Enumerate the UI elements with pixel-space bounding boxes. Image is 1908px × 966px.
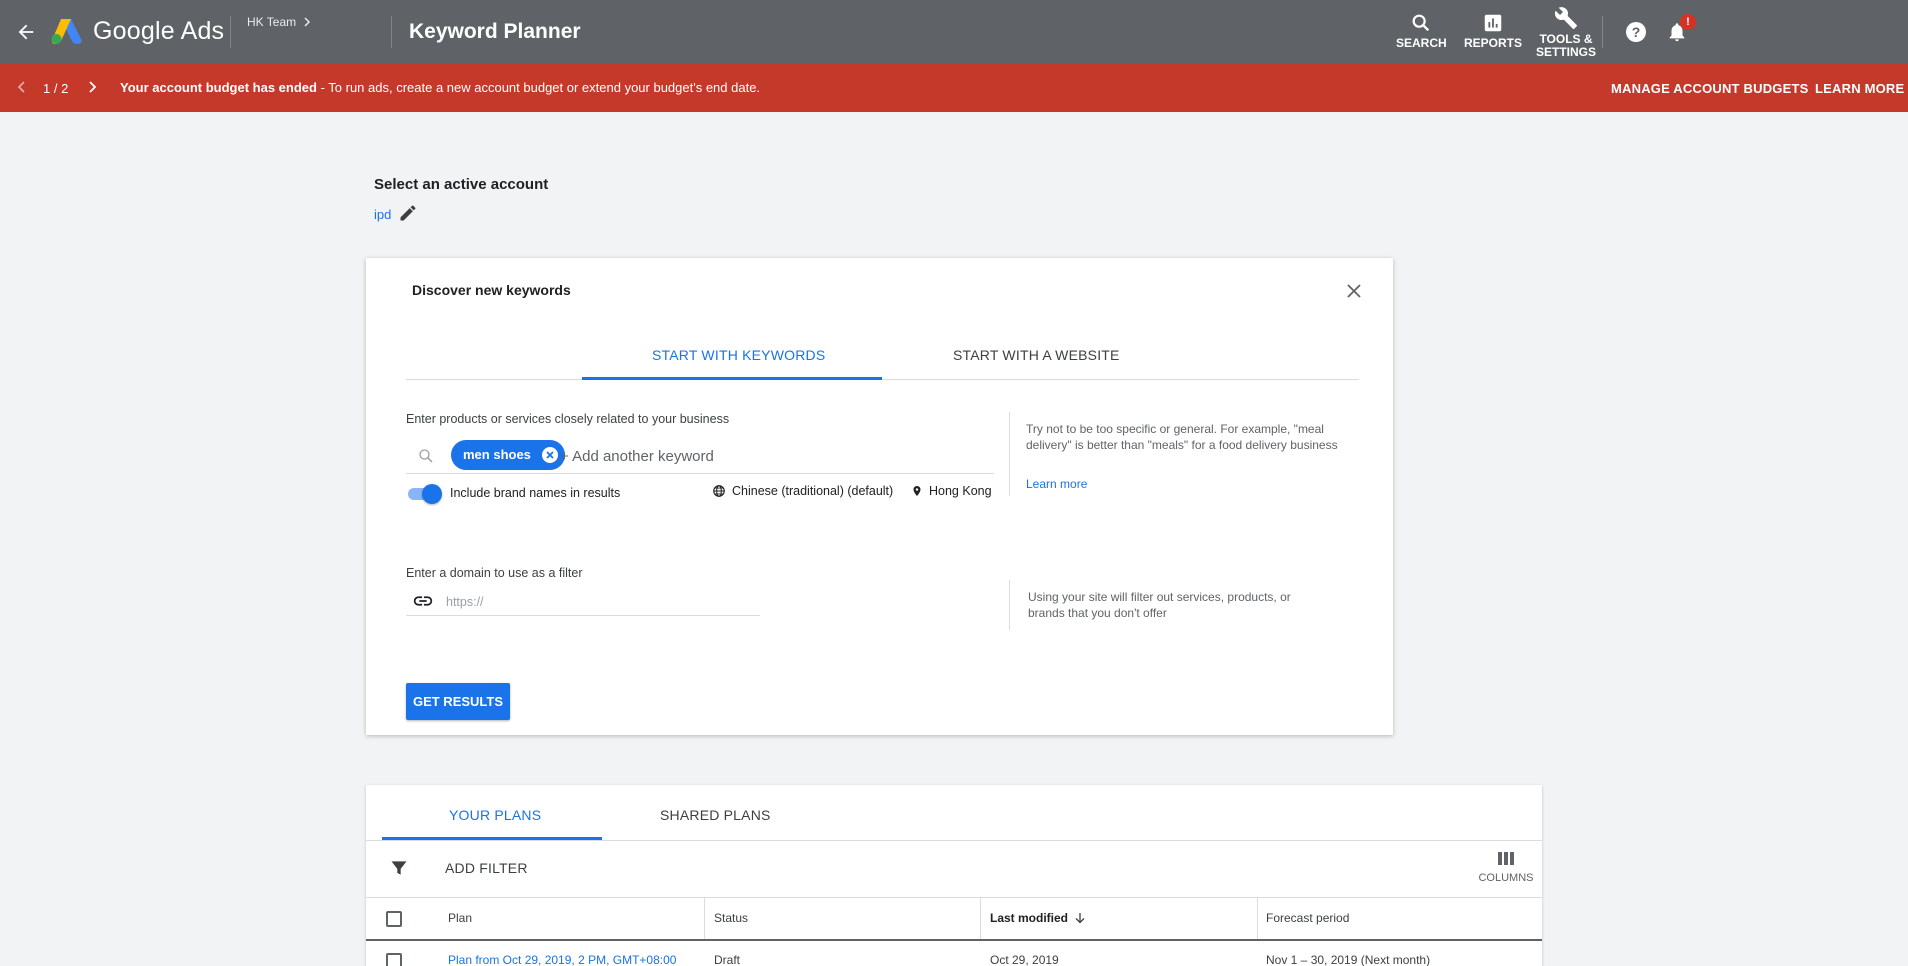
- close-icon[interactable]: [1343, 280, 1365, 302]
- get-results-button[interactable]: GET RESULTS: [406, 683, 510, 720]
- wrench-icon: [1554, 7, 1577, 29]
- discover-card-title: Discover new keywords: [412, 282, 571, 298]
- plans-card: YOUR PLANS SHARED PLANS ADD FILTER COLUM…: [366, 785, 1542, 966]
- discover-keywords-card: Discover new keywords START WITH KEYWORD…: [366, 258, 1393, 735]
- columns-icon: [1498, 852, 1514, 865]
- active-tab-indicator: [582, 377, 882, 380]
- keyword-chip[interactable]: men shoes: [451, 440, 565, 470]
- account-breadcrumb-label: HK Team: [247, 15, 297, 29]
- tools-label-line2: SETTINGS: [1536, 45, 1597, 59]
- notifications-button[interactable]: !: [1666, 14, 1696, 46]
- google-ads-logo-icon: [50, 17, 82, 45]
- column-header-last-modified-label: Last modified: [990, 911, 1069, 925]
- header-divider: [1602, 16, 1603, 48]
- learn-more-link[interactable]: Learn more: [1026, 477, 1087, 491]
- select-account-heading: Select an active account: [374, 176, 549, 193]
- page-title: Keyword Planner: [409, 20, 581, 43]
- help-icon[interactable]: ?: [1624, 20, 1648, 44]
- column-header-plan[interactable]: Plan: [448, 911, 472, 925]
- tab-shared-plans[interactable]: SHARED PLANS: [660, 807, 771, 823]
- alert-message-body: - To run ads, create a new account budge…: [316, 80, 761, 95]
- reports-tool-button[interactable]: REPORTS: [1464, 12, 1522, 50]
- select-all-checkbox[interactable]: [386, 911, 402, 927]
- add-filter-button[interactable]: ADD FILTER: [445, 860, 528, 876]
- header-divider: [391, 16, 392, 48]
- keyword-entry-field: men shoes: [406, 438, 994, 474]
- reports-chart-icon: [1484, 14, 1502, 32]
- alert-counter: 1 / 2: [43, 81, 69, 96]
- active-account-link[interactable]: ipd: [374, 207, 391, 222]
- previous-alert-chevron-icon[interactable]: [16, 80, 28, 99]
- alert-message-title: Your account budget has ended: [120, 80, 317, 95]
- search-tool-label: SEARCH: [1396, 36, 1447, 50]
- next-alert-chevron-icon[interactable]: [86, 80, 98, 99]
- tab-start-with-website[interactable]: START WITH A WEBSITE: [953, 347, 1120, 363]
- header-row-divider: [366, 939, 1542, 941]
- tab-your-plans[interactable]: YOUR PLANS: [449, 807, 541, 823]
- location-pin-icon: [913, 486, 921, 496]
- search-icon: [1412, 14, 1430, 32]
- location-value: Hong Kong: [929, 484, 992, 498]
- keywords-hint-text: Try not to be too specific or general. F…: [1026, 422, 1338, 452]
- language-value: Chinese (traditional) (default): [732, 484, 894, 498]
- plan-forecast-period: Nov 1 – 30, 2019 (Next month): [1266, 953, 1431, 966]
- column-header-last-modified[interactable]: Last modified: [990, 911, 1086, 925]
- plan-status: Draft: [714, 953, 741, 966]
- plan-name-link[interactable]: Plan from Oct 29, 2019, 2 PM, GMT+08:00: [448, 953, 676, 966]
- account-breadcrumb[interactable]: HK Team: [247, 15, 312, 29]
- top-app-bar: Google Ads HK Team Keyword Planner SEARC…: [0, 0, 1908, 64]
- brand-names-toggle[interactable]: [406, 484, 442, 504]
- manage-account-budgets-link[interactable]: MANAGE ACCOUNT BUDGETS: [1611, 81, 1808, 96]
- notification-badge: !: [1680, 14, 1696, 30]
- search-icon: [417, 447, 435, 470]
- search-tool-button[interactable]: SEARCH: [1396, 12, 1447, 50]
- domain-input[interactable]: [446, 592, 746, 612]
- sort-descending-arrow-icon: [1075, 913, 1085, 924]
- learn-more-banner-link[interactable]: LEARN MORE: [1815, 81, 1904, 96]
- hint-divider: [1009, 412, 1010, 496]
- app-brand-name: Google Ads: [93, 17, 225, 45]
- add-keyword-input[interactable]: [560, 444, 980, 468]
- brand-names-toggle-label: Include brand names in results: [450, 486, 621, 500]
- plan-last-modified: Oct 29, 2019: [990, 953, 1059, 966]
- columns-button[interactable]: COLUMNS: [1476, 851, 1536, 884]
- domain-filter-field: [406, 588, 760, 616]
- pencil-edit-icon[interactable]: [398, 203, 418, 223]
- tools-settings-button[interactable]: TOOLS & SETTINGS: [1536, 6, 1596, 59]
- budget-alert-banner: 1 / 2 Your account budget has ended - To…: [0, 64, 1908, 112]
- filter-funnel-icon[interactable]: [389, 858, 409, 883]
- column-separator: [704, 898, 705, 940]
- columns-label: COLUMNS: [1478, 872, 1534, 884]
- link-icon: [412, 593, 434, 614]
- chevron-right-icon: [304, 17, 311, 27]
- alert-message: Your account budget has ended - To run a…: [120, 80, 760, 95]
- domain-filter-label: Enter a domain to use as a filter: [406, 566, 583, 580]
- remove-chip-icon[interactable]: [541, 447, 558, 463]
- back-arrow-icon[interactable]: [12, 18, 40, 46]
- toolbar-divider: [366, 897, 1542, 898]
- keywords-field-label: Enter products or services closely relat…: [406, 412, 730, 426]
- domain-hint-text: Using your site will filter out services…: [1028, 590, 1291, 620]
- svg-text:?: ?: [1632, 24, 1641, 40]
- column-separator: [980, 898, 981, 940]
- column-header-status[interactable]: Status: [714, 911, 748, 925]
- tab-start-with-keywords[interactable]: START WITH KEYWORDS: [652, 347, 825, 363]
- reports-tool-label: REPORTS: [1464, 36, 1523, 50]
- keyword-chip-label: men shoes: [463, 447, 531, 462]
- hint-divider: [1009, 580, 1010, 630]
- globe-icon: [713, 485, 725, 497]
- language-selector[interactable]: Chinese (traditional) (default): [712, 484, 893, 498]
- tabs-divider: [366, 840, 1542, 841]
- row-checkbox[interactable]: [386, 953, 402, 966]
- tabs-divider: [406, 379, 1359, 380]
- column-separator: [1257, 898, 1258, 940]
- column-header-forecast-period[interactable]: Forecast period: [1266, 911, 1349, 925]
- location-selector[interactable]: Hong Kong: [911, 484, 992, 498]
- header-divider: [230, 16, 231, 48]
